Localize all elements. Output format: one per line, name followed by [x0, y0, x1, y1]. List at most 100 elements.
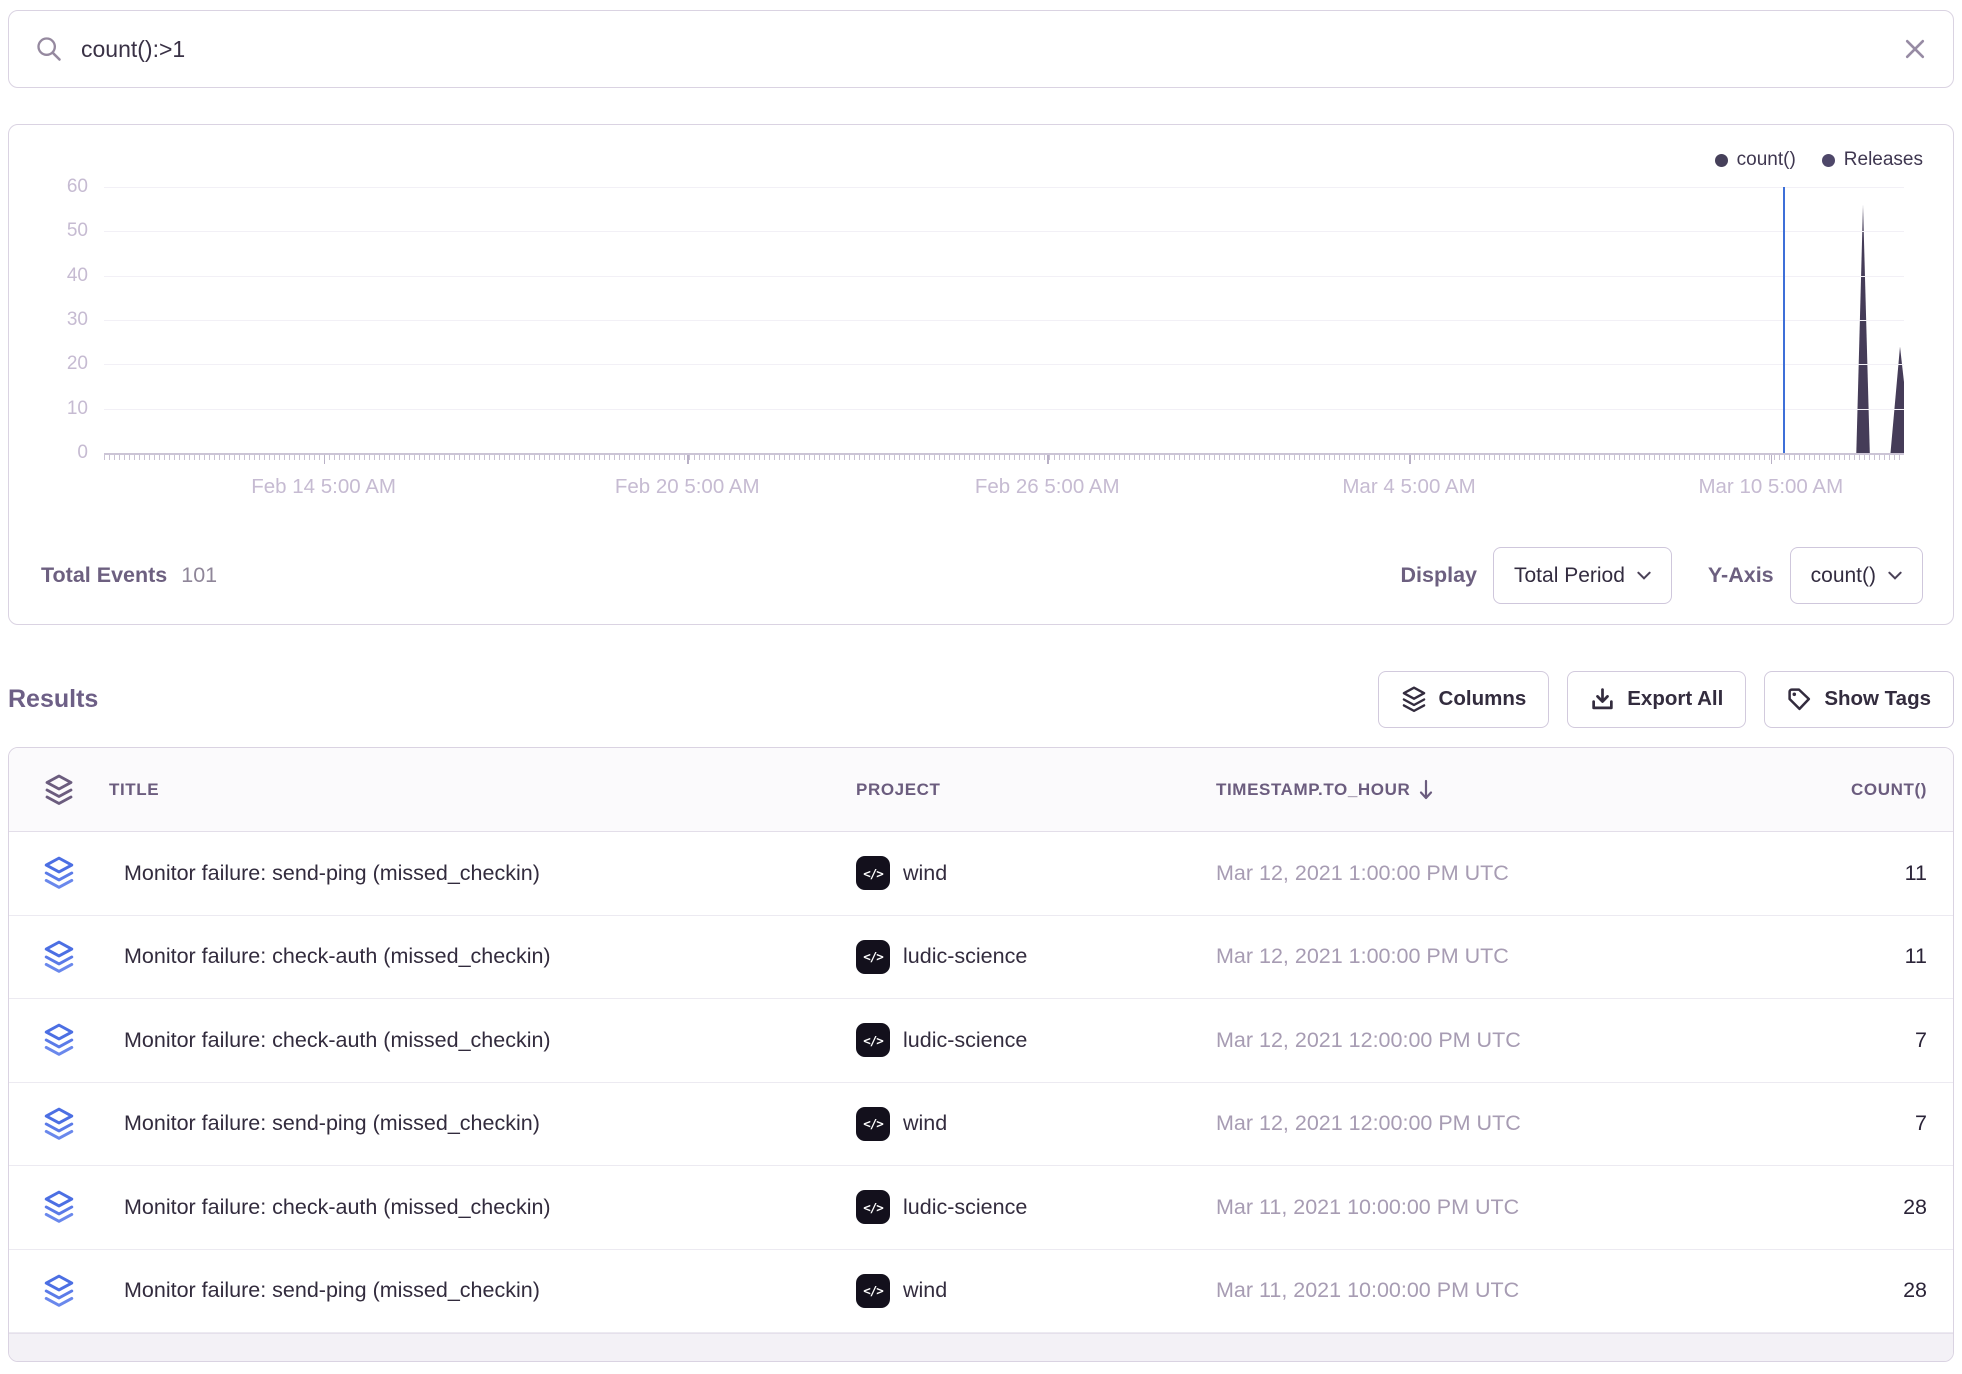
stack-icon-blue — [9, 940, 109, 974]
x-axis-minor-ticks — [104, 455, 1904, 460]
event-timestamp: Mar 11, 2021 10:00:00 PM UTC — [1216, 1278, 1666, 1303]
table-header-row: TITLE PROJECT TIMESTAMP.TO_HOUR COUNT() — [9, 748, 1953, 832]
chart-gridline — [104, 409, 1904, 410]
x-axis-tick-label: Mar 10 5:00 AM — [1698, 475, 1843, 499]
legend-item-count[interactable]: count() — [1715, 149, 1796, 171]
event-count: 7 — [1666, 1111, 1953, 1136]
event-title[interactable]: Monitor failure: check-auth (missed_chec… — [109, 944, 856, 969]
chart-gridline — [104, 187, 1904, 188]
table-row[interactable]: Monitor failure: send-ping (missed_check… — [9, 1250, 1953, 1334]
x-axis-tick-mark — [1409, 455, 1411, 464]
column-header-timestamp[interactable]: TIMESTAMP.TO_HOUR — [1216, 779, 1666, 801]
event-timestamp: Mar 12, 2021 12:00:00 PM UTC — [1216, 1111, 1666, 1136]
event-count: 28 — [1666, 1195, 1953, 1220]
project-cell: </> ludic-science — [856, 1023, 1216, 1057]
chart-legend: count() Releases — [1715, 149, 1923, 171]
y-axis-tick-label: 10 — [67, 398, 88, 420]
project-name: wind — [903, 1278, 947, 1303]
x-axis-tick-mark — [687, 455, 689, 464]
columns-button[interactable]: Columns — [1378, 671, 1550, 728]
chevron-down-icon — [1637, 571, 1651, 580]
event-count: 7 — [1666, 1028, 1953, 1053]
project-platform-icon: </> — [856, 1107, 890, 1141]
y-axis-dropdown[interactable]: count() — [1790, 547, 1923, 604]
legend-item-releases[interactable]: Releases — [1822, 149, 1923, 171]
search-bar[interactable] — [8, 10, 1954, 88]
project-name: ludic-science — [903, 944, 1027, 969]
export-all-button[interactable]: Export All — [1567, 671, 1746, 728]
project-platform-icon: </> — [856, 940, 890, 974]
event-timestamp: Mar 12, 2021 1:00:00 PM UTC — [1216, 944, 1666, 969]
table-row[interactable]: Monitor failure: check-auth (missed_chec… — [9, 999, 1953, 1083]
legend-item-label: count() — [1737, 149, 1796, 171]
event-count: 11 — [1666, 944, 1953, 969]
x-axis-tick-mark — [324, 455, 326, 464]
total-events-value: 101 — [181, 563, 217, 588]
y-axis-tick-label: 0 — [77, 442, 88, 464]
search-input[interactable] — [81, 36, 1885, 63]
stack-icon-blue — [9, 1107, 109, 1141]
column-header-count[interactable]: COUNT() — [1666, 780, 1953, 800]
legend-dot-icon — [1822, 154, 1835, 167]
legend-item-label: Releases — [1844, 149, 1923, 171]
chart-gridline — [104, 276, 1904, 277]
sort-descending-icon — [1418, 779, 1434, 801]
project-cell: </> ludic-science — [856, 940, 1216, 974]
x-axis-tick-label: Feb 14 5:00 AM — [251, 475, 396, 499]
chart-footer: Total Events 101 Display Total Period Y-… — [41, 547, 1923, 604]
event-title[interactable]: Monitor failure: send-ping (missed_check… — [109, 861, 856, 886]
chevron-down-icon — [1888, 571, 1902, 580]
event-title[interactable]: Monitor failure: check-auth (missed_chec… — [109, 1028, 856, 1053]
table-row[interactable]: Monitor failure: check-auth (missed_chec… — [9, 1166, 1953, 1250]
events-chart-panel: count() Releases 0102030405060Feb 14 5:00… — [8, 124, 1954, 625]
export-all-button-label: Export All — [1627, 687, 1723, 711]
y-axis-tick-label: 30 — [67, 309, 88, 331]
display-label: Display — [1401, 563, 1477, 588]
table-row[interactable]: Monitor failure: check-auth (missed_chec… — [9, 916, 1953, 1000]
event-count: 11 — [1666, 861, 1953, 886]
event-title[interactable]: Monitor failure: send-ping (missed_check… — [109, 1278, 856, 1303]
y-axis-tick-label: 20 — [67, 353, 88, 375]
column-header-title[interactable]: TITLE — [109, 780, 856, 800]
total-events-label: Total Events — [41, 563, 167, 588]
project-name: wind — [903, 1111, 947, 1136]
stack-icon-blue — [9, 1023, 109, 1057]
project-name: ludic-science — [903, 1028, 1027, 1053]
clear-search-button[interactable] — [1903, 37, 1927, 61]
show-tags-button-label: Show Tags — [1824, 687, 1931, 711]
column-header-project[interactable]: PROJECT — [856, 780, 1216, 800]
y-axis-tick-label: 40 — [67, 265, 88, 287]
table-row[interactable]: Monitor failure: send-ping (missed_check… — [9, 1083, 1953, 1167]
event-timestamp: Mar 12, 2021 12:00:00 PM UTC — [1216, 1028, 1666, 1053]
y-axis-tick-label: 60 — [67, 176, 88, 198]
show-tags-button[interactable]: Show Tags — [1764, 671, 1954, 728]
table-row[interactable]: Monitor failure: send-ping (missed_check… — [9, 832, 1953, 916]
timestamp-header-label: TIMESTAMP.TO_HOUR — [1216, 780, 1410, 800]
table-footer — [9, 1333, 1953, 1361]
stack-icon-blue — [9, 1274, 109, 1308]
display-dropdown-value: Total Period — [1514, 564, 1625, 588]
x-axis-tick-mark — [1771, 455, 1773, 464]
stack-icon-blue — [9, 1190, 109, 1224]
project-cell: </> wind — [856, 1274, 1216, 1308]
chart-plot-area: 0102030405060Feb 14 5:00 AMFeb 20 5:00 A… — [104, 187, 1904, 453]
event-count: 28 — [1666, 1278, 1953, 1303]
project-name: ludic-science — [903, 1195, 1027, 1220]
legend-dot-icon — [1715, 154, 1728, 167]
event-timestamp: Mar 12, 2021 1:00:00 PM UTC — [1216, 861, 1666, 886]
event-title[interactable]: Monitor failure: check-auth (missed_chec… — [109, 1195, 856, 1220]
project-platform-icon: </> — [856, 856, 890, 890]
event-title[interactable]: Monitor failure: send-ping (missed_check… — [109, 1111, 856, 1136]
x-axis-tick-label: Feb 20 5:00 AM — [615, 475, 760, 499]
x-axis-tick-label: Mar 4 5:00 AM — [1342, 475, 1475, 499]
display-dropdown[interactable]: Total Period — [1493, 547, 1672, 604]
project-platform-icon: </> — [856, 1190, 890, 1224]
release-marker-line — [1783, 187, 1786, 453]
layers-icon — [1401, 686, 1427, 713]
project-name: wind — [903, 861, 947, 886]
download-icon — [1590, 687, 1615, 712]
project-cell: </> ludic-science — [856, 1190, 1216, 1224]
results-title: Results — [8, 685, 98, 714]
chart-gridline — [104, 320, 1904, 321]
project-cell: </> wind — [856, 856, 1216, 890]
